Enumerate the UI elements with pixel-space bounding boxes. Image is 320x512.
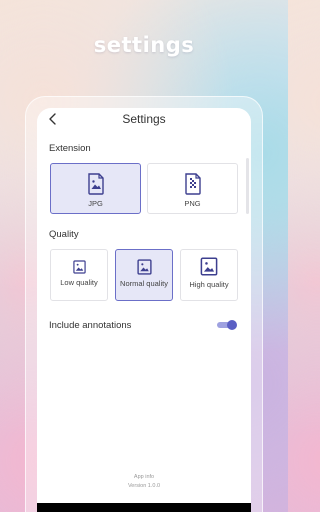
extension-option-png[interactable]: PNG bbox=[147, 163, 238, 214]
toggle-knob bbox=[227, 320, 237, 330]
quality-option-label: High quality bbox=[189, 280, 229, 289]
image-file-icon bbox=[87, 173, 104, 195]
hero-title: settings bbox=[93, 33, 195, 57]
image-icon bbox=[200, 257, 218, 276]
quality-option-high[interactable]: High quality bbox=[180, 249, 238, 301]
system-navigation-bar bbox=[37, 503, 251, 512]
quality-option-low[interactable]: Low quality bbox=[50, 249, 108, 301]
page-title: Settings bbox=[122, 112, 166, 126]
extension-option-label: JPG bbox=[88, 199, 103, 208]
image-icon bbox=[136, 259, 152, 275]
version-text: Version 1.0.0 bbox=[127, 483, 161, 489]
quality-option-label: Low quality bbox=[60, 278, 98, 287]
extension-section-title: Extension bbox=[49, 143, 91, 154]
quality-option-label: Normal quality bbox=[120, 279, 168, 288]
quality-section-title: Quality bbox=[49, 229, 79, 240]
include-annotations-toggle[interactable] bbox=[217, 320, 237, 330]
zip-file-icon bbox=[184, 173, 201, 195]
scrollbar[interactable] bbox=[246, 158, 249, 214]
extension-option-label: PNG bbox=[184, 199, 201, 208]
app-info-footer: App info Version 1.0.0 bbox=[37, 473, 251, 491]
include-annotations-label: Include annotations bbox=[49, 320, 132, 331]
extension-option-jpg[interactable]: JPG bbox=[50, 163, 141, 214]
quality-option-normal[interactable]: Normal quality bbox=[115, 249, 173, 301]
image-icon bbox=[72, 260, 86, 274]
app-bar: Settings bbox=[37, 108, 251, 132]
settings-screen: Settings Extension JPG PNG Quality Low q… bbox=[37, 108, 251, 512]
app-info-link[interactable]: App info bbox=[37, 473, 251, 482]
